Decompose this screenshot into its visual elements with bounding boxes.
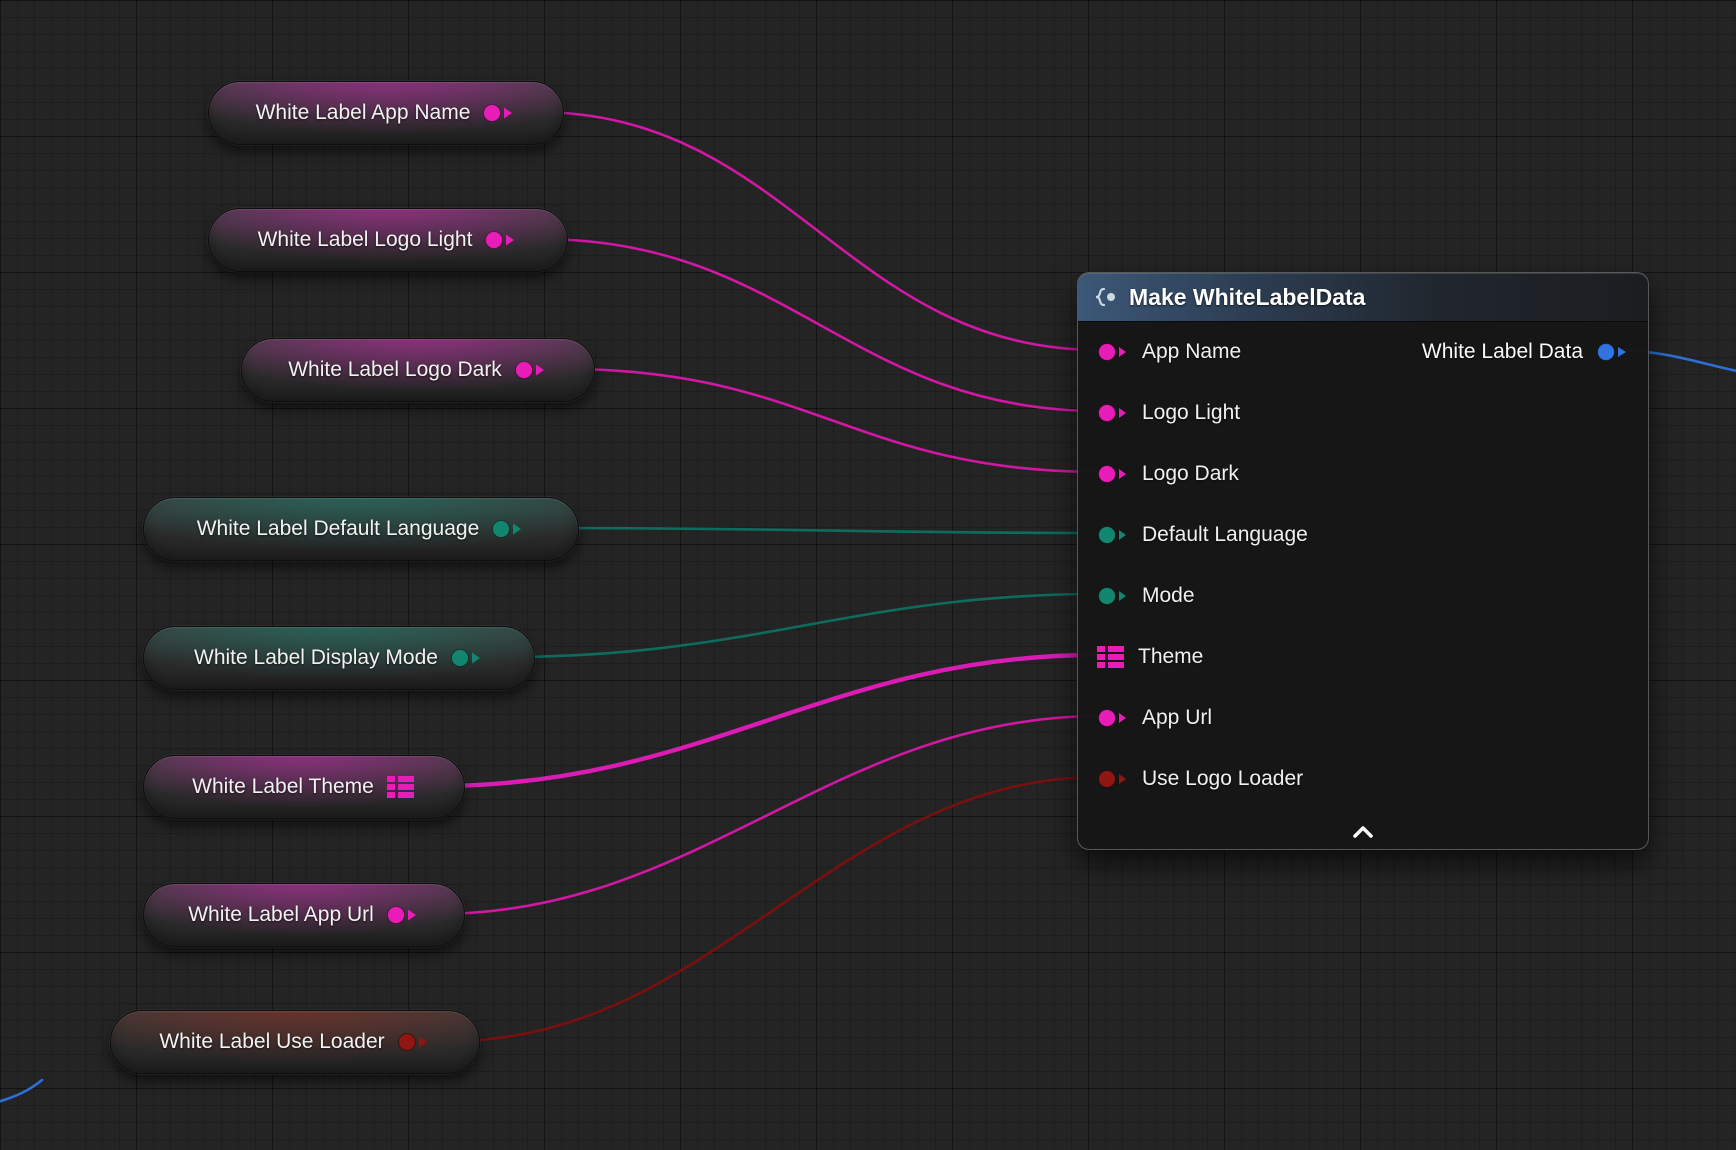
struct-pin-icon[interactable]	[386, 774, 416, 800]
pin-row-app-url: App Url	[1078, 687, 1648, 748]
output-pin-icon[interactable]	[450, 647, 484, 669]
pin-row-logo-light: Logo Light	[1078, 382, 1648, 443]
pin-row-mode: Mode	[1078, 565, 1648, 626]
pin-row-use-logo-loader: Use Logo Loader	[1078, 748, 1648, 809]
struct-pin-icon[interactable]	[1096, 644, 1126, 670]
wire-app-name[interactable]	[536, 112, 1100, 350]
output-pin-icon[interactable]	[482, 102, 516, 124]
variable-label: White Label Default Language	[197, 517, 480, 541]
output-pin-icon[interactable]	[484, 229, 518, 251]
input-pin-icon[interactable]	[1096, 341, 1130, 363]
input-pin-icon[interactable]	[1096, 585, 1130, 607]
input-pin-icon[interactable]	[1096, 463, 1130, 485]
variable-node-white-label-display-mode[interactable]: White Label Display Mode	[143, 626, 535, 690]
pin-row-default-language: Default Language	[1078, 504, 1648, 565]
variable-label: White Label Theme	[192, 775, 374, 799]
node-title: Make WhiteLabelData	[1129, 284, 1365, 311]
pin-row-theme: Theme	[1078, 626, 1648, 687]
input-pin-icon[interactable]	[1096, 707, 1130, 729]
pin-label: White Label Data	[1422, 340, 1583, 364]
variable-label: White Label Logo Light	[258, 228, 473, 252]
wire-app-url[interactable]	[437, 716, 1100, 914]
node-header[interactable]: Make WhiteLabelData	[1078, 273, 1648, 322]
input-pin-icon[interactable]	[1096, 524, 1130, 546]
wire-display-mode[interactable]	[505, 594, 1100, 657]
variable-node-white-label-use-loader[interactable]: White Label Use Loader	[110, 1010, 480, 1074]
variable-label: White Label App Url	[188, 903, 374, 927]
make-whitelabeldata-node[interactable]: Make WhiteLabelData App Name Logo Light …	[1077, 272, 1649, 850]
output-pin-icon[interactable]	[397, 1031, 431, 1053]
pin-label: App Name	[1142, 340, 1241, 364]
variable-label: White Label Logo Dark	[288, 358, 502, 382]
wire-theme[interactable]	[437, 655, 1096, 786]
output-pin-icon[interactable]	[491, 518, 525, 540]
input-pin-icon[interactable]	[1096, 402, 1130, 424]
pin-label: Logo Light	[1142, 401, 1240, 425]
pin-label: Theme	[1138, 645, 1203, 669]
variable-label: White Label App Name	[256, 101, 471, 125]
wire-offscreen-bottom-left[interactable]	[0, 1080, 42, 1103]
collapse-pins-button[interactable]	[1341, 820, 1385, 844]
wire-logo-dark[interactable]	[565, 369, 1100, 472]
input-pin-rows: App Name Logo Light Logo Dark Default La…	[1078, 321, 1648, 809]
pin-label: Default Language	[1142, 523, 1308, 547]
wire-default-language[interactable]	[549, 528, 1100, 533]
chevron-up-icon	[1348, 824, 1378, 840]
variable-label: White Label Use Loader	[159, 1030, 384, 1054]
pin-label: App Url	[1142, 706, 1212, 730]
pin-label: Use Logo Loader	[1142, 767, 1303, 791]
pin-label: Logo Dark	[1142, 462, 1239, 486]
pin-label: Mode	[1142, 584, 1195, 608]
wire-use-loader[interactable]	[450, 777, 1100, 1041]
variable-node-white-label-app-url[interactable]: White Label App Url	[143, 883, 465, 947]
variable-node-white-label-theme[interactable]: White Label Theme	[143, 755, 465, 819]
output-pin-icon[interactable]	[514, 359, 548, 381]
pin-row-logo-dark: Logo Dark	[1078, 443, 1648, 504]
output-pin-icon[interactable]	[1594, 341, 1628, 363]
output-pin-icon[interactable]	[386, 904, 420, 926]
variable-node-white-label-logo-light[interactable]: White Label Logo Light	[208, 208, 568, 272]
input-pin-icon[interactable]	[1096, 768, 1130, 790]
make-struct-icon	[1092, 285, 1118, 309]
wire-logo-light[interactable]	[540, 239, 1100, 411]
variable-label: White Label Display Mode	[194, 646, 438, 670]
variable-node-white-label-logo-dark[interactable]: White Label Logo Dark	[241, 338, 595, 402]
variable-node-white-label-app-name[interactable]: White Label App Name	[208, 81, 564, 145]
variable-node-white-label-default-language[interactable]: White Label Default Language	[143, 497, 579, 561]
pin-row-white-label-data: White Label Data	[1422, 321, 1628, 382]
